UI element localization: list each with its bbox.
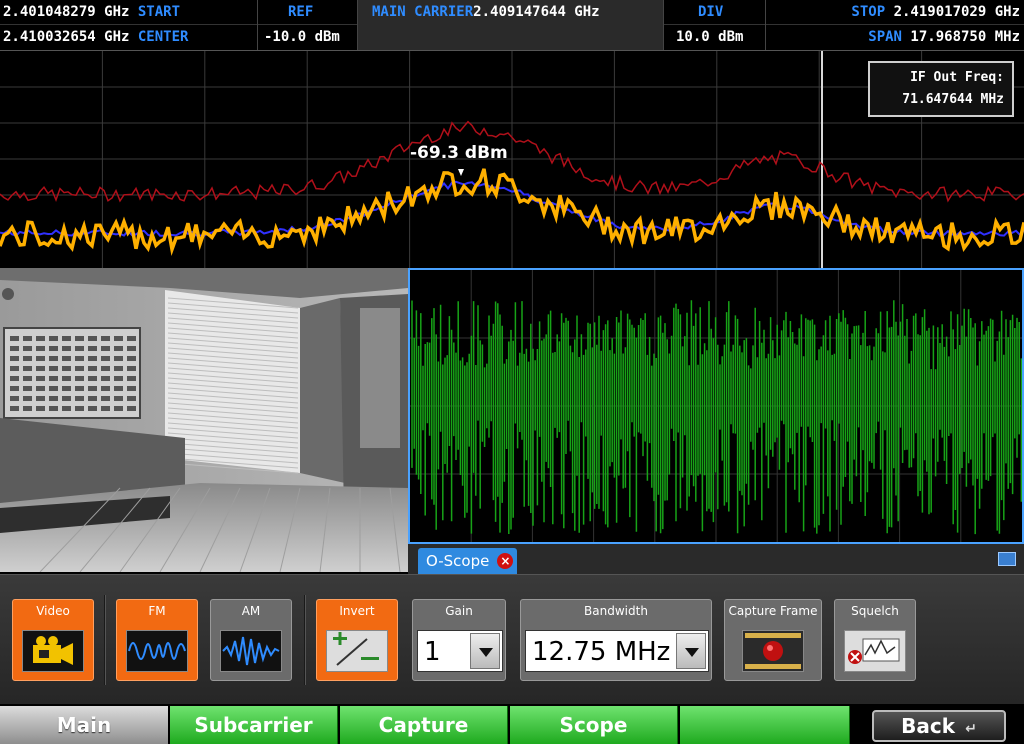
record-film-icon [742,630,804,672]
am-button[interactable]: AM [210,599,292,681]
center-readout[interactable]: 2.410032654 GHz CENTER [3,29,188,45]
start-readout[interactable]: 2.401048279 GHz START [3,4,180,20]
spectrum-display[interactable]: -69.3 dBm IF Out Freq: 71.647644 MHz [0,50,1024,268]
invert-button[interactable]: Invert [316,599,398,681]
div-label: DIV [698,4,724,20]
bandwidth-control: Bandwidth 12.75 MHz [520,599,712,681]
squelch-icon [844,630,906,672]
ref-value: -10.0 dBm [264,29,340,45]
video-camera-icon [22,630,84,672]
bottom-navigation: Main Subcarrier Capture Scope Back ↵ [0,704,1024,744]
tab-main[interactable]: Main [0,706,168,744]
div-value: 10.0 dBm [676,29,744,45]
gain-control: Gain 1 [412,599,506,681]
start-center-cell: 2.401048279 GHz START 2.410032654 GHz CE… [0,0,258,50]
if-out-label: IF Out Freq: [910,70,1004,85]
main-carrier-readout: MAIN CARRIER2.409147644 GHz [372,4,600,20]
fm-wave-icon [126,630,188,672]
scope-plot [410,270,1022,542]
chevron-down-icon[interactable] [676,633,706,669]
tab-subcarrier[interactable]: Subcarrier [170,706,338,744]
video-button[interactable]: Video [12,599,94,681]
span-readout[interactable]: SPAN 17.968750 MHz [868,29,1020,45]
back-button[interactable]: Back ↵ [872,710,1006,742]
tab-empty[interactable] [680,706,850,744]
scope-tab-strip: O-Scope × [408,544,1024,574]
chevron-down-icon[interactable] [470,633,500,669]
video-frame-image [0,268,408,572]
invert-icon [326,630,388,672]
stop-span-cell: STOP 2.419017029 GHz SPAN 17.968750 MHz [766,0,1024,50]
marker-arrow-icon [458,169,464,176]
if-out-value: 71.647644 MHz [902,92,1004,107]
close-icon[interactable]: × [497,553,514,569]
if-out-freq-box: IF Out Freq: 71.647644 MHz [868,61,1014,117]
tab-capture[interactable]: Capture [340,706,508,744]
tab-scope[interactable]: Scope [510,706,678,744]
main-carrier-cell[interactable]: MAIN CARRIER2.409147644 GHz [358,0,664,50]
squelch-button[interactable]: Squelch [834,599,916,681]
capture-frame-button[interactable]: Capture Frame [724,599,822,681]
return-arrow-icon: ↵ [965,721,977,737]
video-feed [0,268,408,572]
marker-readout: -69.3 dBm [410,143,508,163]
stop-readout[interactable]: STOP 2.419017029 GHz [851,4,1020,20]
ref-label: REF [288,4,314,20]
oscilloscope-display[interactable] [408,268,1024,544]
window-restore-icon[interactable] [998,552,1016,566]
scope-trace [411,300,1022,535]
bandwidth-select[interactable]: 12.75 MHz [525,630,709,672]
ref-cell[interactable]: REF -10.0 dBm [258,0,358,50]
fm-button[interactable]: FM [116,599,198,681]
div-cell[interactable]: DIV 10.0 dBm [664,0,766,50]
am-wave-icon [220,630,282,672]
control-panel: Video FM AM Invert Gain 1 Bandwidth 12.7… [0,574,1024,704]
tab-o-scope[interactable]: O-Scope × [418,548,518,574]
frequency-header: 2.401048279 GHz START 2.410032654 GHz CE… [0,0,1024,50]
gain-select[interactable]: 1 [417,630,503,672]
